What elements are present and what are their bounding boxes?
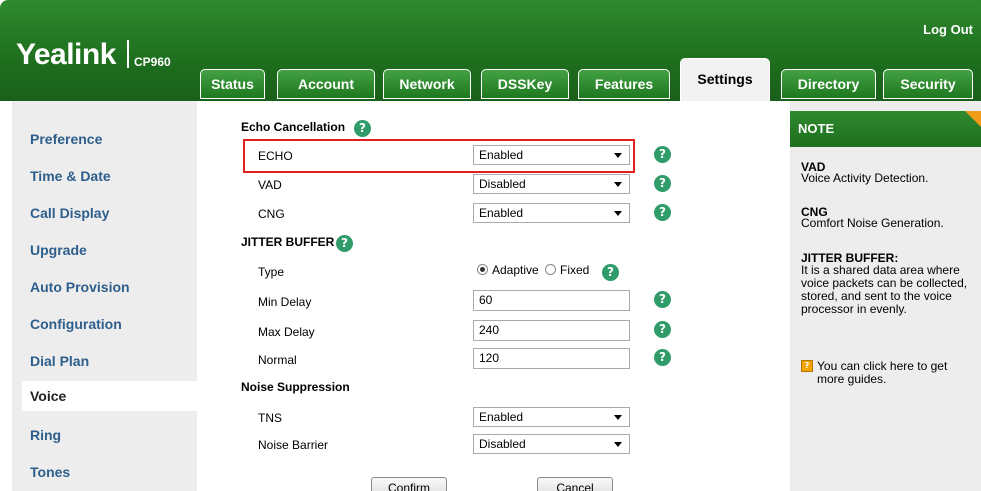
cng-select[interactable]: Enabled [473,203,630,223]
max-delay-label: Max Delay [258,325,315,339]
fixed-label: Fixed [560,263,590,277]
type-label: Type [258,265,285,279]
echo-select[interactable]: Enabled [473,145,630,165]
help-icon[interactable]: ? [654,204,671,221]
tns-label: TNS [258,411,282,425]
help-icon[interactable]: ? [654,175,671,192]
chevron-down-icon [614,153,622,158]
help-icon[interactable]: ? [654,146,671,163]
echo-value: Enabled [479,148,524,162]
noise-barrier-value: Disabled [479,437,526,451]
chevron-down-icon [614,415,622,420]
echo-label: ECHO [258,149,293,163]
noise-barrier-label: Noise Barrier [258,438,329,452]
help-icon[interactable]: ? [654,321,671,338]
noise-barrier-select[interactable]: Disabled [473,434,630,454]
radio-fixed[interactable] [545,264,556,275]
cng-value: Enabled [479,206,524,220]
help-icon[interactable]: ? [654,291,671,308]
help-icon[interactable]: ? [602,264,619,281]
note-title: NOTE [790,111,981,147]
tab-features[interactable]: Features [578,69,670,99]
sidebar-item-auto-provision[interactable]: Auto Provision [30,279,130,295]
logout-link[interactable]: Log Out [923,22,973,37]
sidebar-item-ring[interactable]: Ring [30,427,61,443]
tab-settings[interactable]: Settings [680,58,770,101]
vad-select[interactable]: Disabled [473,174,630,194]
tab-status[interactable]: Status [200,69,265,99]
sidebar-item-time-date[interactable]: Time & Date [30,168,111,184]
max-delay-input[interactable]: 240 [473,320,630,341]
echo-cancellation-heading: Echo Cancellation [241,120,346,134]
note-cng-desc: Comfort Noise Generation. [801,216,944,230]
help-icon[interactable]: ? [336,235,353,252]
noise-suppression-heading: Noise Suppression [241,380,350,394]
adaptive-label: Adaptive [492,263,539,277]
normal-label: Normal [258,353,297,367]
cng-label: CNG [258,207,285,221]
chevron-down-icon [614,182,622,187]
min-delay-input[interactable]: 60 [473,290,630,311]
tab-security[interactable]: Security [883,69,973,99]
sidebar-item-tones[interactable]: Tones [30,464,70,480]
jitter-buffer-heading: JITTER BUFFER [241,235,335,249]
web-ui-frame: Yealink CP960 Log Out Status Account Net… [0,0,981,491]
help-icon[interactable]: ? [654,349,671,366]
sidebar-item-configuration[interactable]: Configuration [30,316,122,332]
vad-label: VAD [258,178,282,192]
tab-directory[interactable]: Directory [781,69,876,99]
tns-select[interactable]: Enabled [473,407,630,427]
brand-logo: Yealink [16,38,116,71]
note-panel: NOTE VAD Voice Activity Detection. CNG C… [790,101,981,491]
sidebar-item-preference[interactable]: Preference [30,131,102,147]
note-jitter-desc: It is a shared data area where voice pac… [801,263,968,316]
voice-settings-form: Echo Cancellation ? ECHO Enabled ? VAD D… [197,101,777,491]
guide-icon[interactable]: ? [801,360,813,372]
vad-value: Disabled [479,177,526,191]
sidebar-item-voice[interactable]: Voice [30,388,66,404]
model-label: CP960 [134,55,171,69]
radio-adaptive[interactable] [477,264,488,275]
sidebar-item-call-display[interactable]: Call Display [30,205,109,221]
header-bar: Yealink CP960 Log Out Status Account Net… [0,0,981,101]
confirm-button[interactable]: Confirm [371,477,447,491]
chevron-down-icon [614,442,622,447]
note-vad-desc: Voice Activity Detection. [801,171,929,185]
sidebar-item-upgrade[interactable]: Upgrade [30,242,87,258]
chevron-down-icon [614,211,622,216]
tab-network[interactable]: Network [383,69,471,99]
normal-input[interactable]: 120 [473,348,630,369]
guide-link[interactable]: You can click here to get more guides. [817,360,977,386]
sidebar-item-dial-plan[interactable]: Dial Plan [30,353,89,369]
note-corner-icon [965,111,981,127]
cancel-button[interactable]: Cancel [537,477,613,491]
tns-value: Enabled [479,410,524,424]
tab-account[interactable]: Account [277,69,375,99]
help-icon[interactable]: ? [354,120,371,137]
logo-separator [127,40,129,68]
min-delay-label: Min Delay [258,295,312,309]
tab-dsskey[interactable]: DSSKey [481,69,569,99]
